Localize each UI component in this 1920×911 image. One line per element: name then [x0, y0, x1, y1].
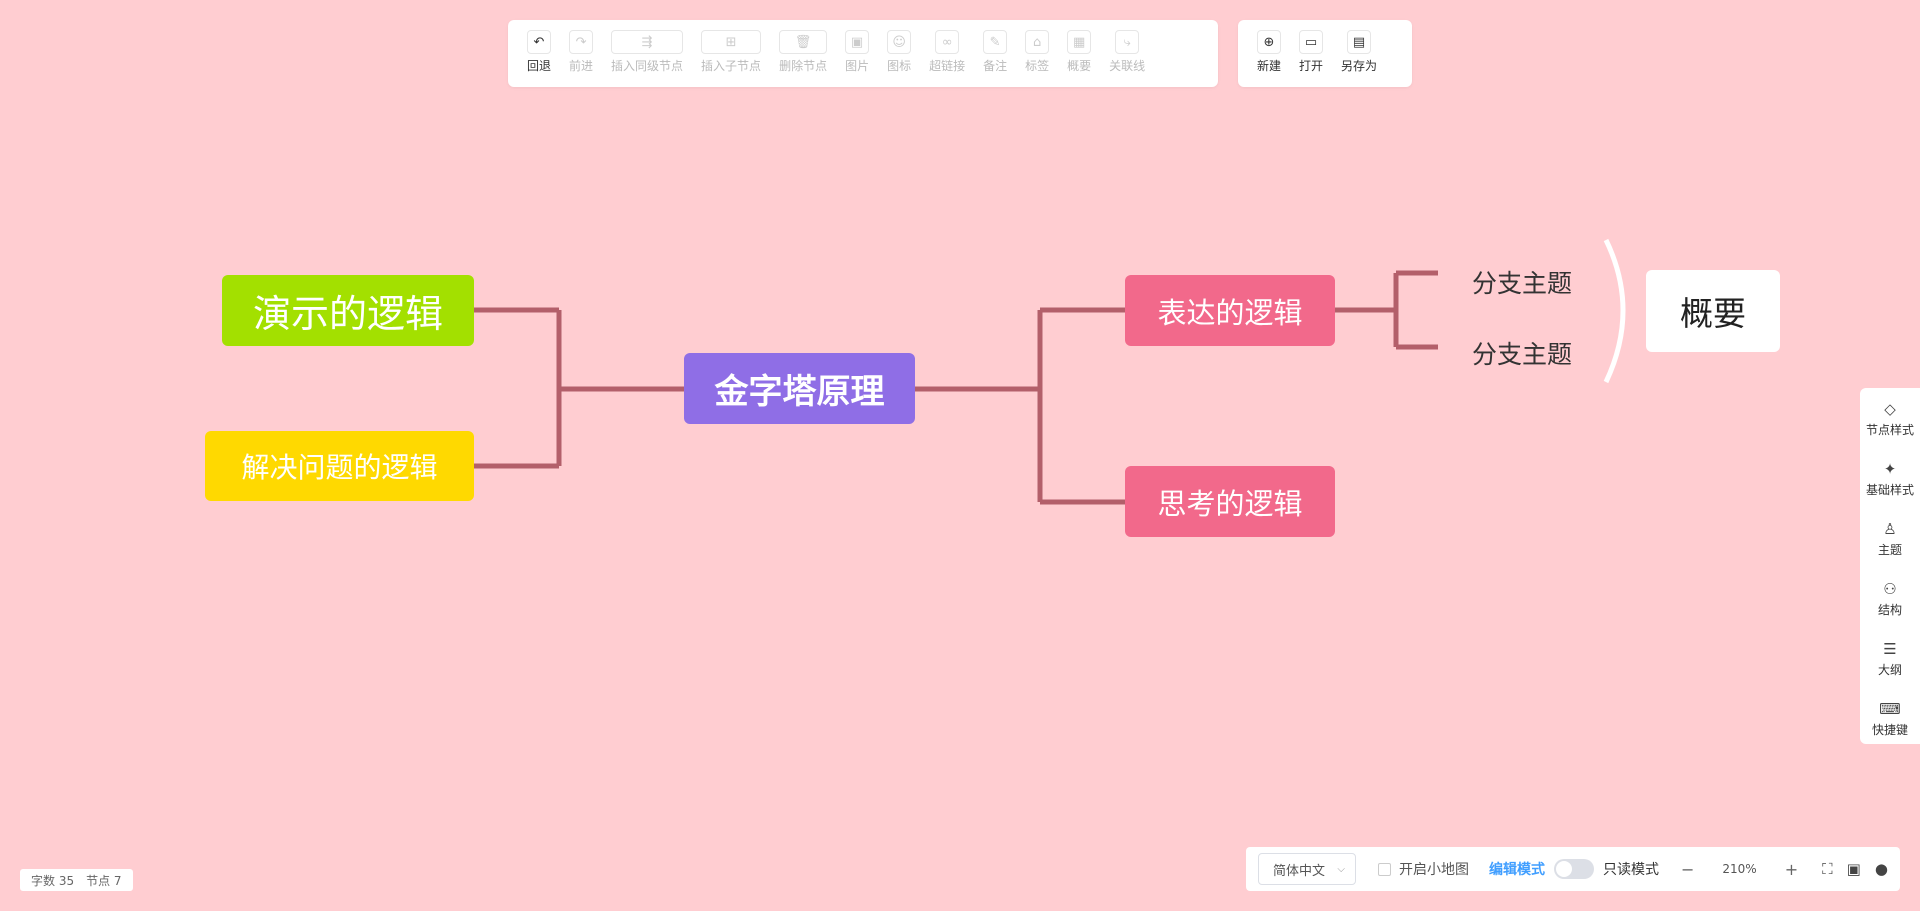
readonly-mode-label[interactable]: 只读模式	[1603, 859, 1659, 879]
left-node-presentation[interactable]: 演示的逻辑	[222, 275, 474, 346]
zoom-level: 210%	[1722, 862, 1757, 876]
word-count: 字数 35	[31, 873, 75, 888]
shortcuts-label: 快捷键	[1871, 722, 1908, 737]
theme-label: 主题	[1877, 542, 1902, 557]
branch-topic-text: 分支主题	[1472, 340, 1573, 369]
base-style-button[interactable]: ✦ 基础样式	[1860, 448, 1920, 508]
shortcuts-button[interactable]: ⌨ 快捷键	[1860, 688, 1920, 748]
chevron-down-icon: ⌵	[1337, 863, 1345, 875]
node-style-button[interactable]: ◇ 节点样式	[1860, 388, 1920, 448]
branch-topic-node[interactable]: 分支主题	[1472, 335, 1572, 371]
summary-node-text: 概要	[1680, 294, 1746, 333]
branch-topic-node[interactable]: 分支主题	[1472, 264, 1572, 300]
left-node-problem-solving-text: 解决问题的逻辑	[241, 451, 438, 484]
outline-icon: ☰	[1883, 639, 1897, 658]
minimap-label: 开启小地图	[1399, 862, 1469, 878]
edit-mode-label[interactable]: 编辑模式	[1489, 859, 1545, 879]
summary-bracket	[1603, 238, 1626, 384]
zoom-out-button[interactable]: −	[1681, 860, 1694, 879]
github-icon[interactable]: ●	[1875, 860, 1888, 878]
keyboard-icon: ⌨	[1879, 699, 1901, 718]
shirt-icon: ♙	[1883, 519, 1897, 538]
word-node-count: 字数 35 节点 7	[20, 869, 133, 891]
zoom-in-button[interactable]: +	[1785, 860, 1798, 879]
right-node-thinking[interactable]: 思考的逻辑	[1125, 466, 1335, 537]
language-select[interactable]: 简体中文 ⌵	[1258, 853, 1356, 885]
bottom-bar: 简体中文 ⌵ 开启小地图 编辑模式 只读模式 − 210% + ⛶ ▣ ●	[1246, 847, 1900, 891]
left-node-problem-solving[interactable]: 解决问题的逻辑	[205, 431, 474, 501]
right-node-thinking-text: 思考的逻辑	[1157, 486, 1303, 521]
side-panel: ◇ 节点样式 ✦ 基础样式 ♙ 主题 ⚇ 结构 ☰ 大纲 ⌨ 快捷键	[1860, 388, 1920, 744]
node-style-icon: ◇	[1884, 399, 1896, 418]
language-value: 简体中文	[1273, 863, 1326, 879]
connector-root-left	[474, 307, 684, 469]
theme-button[interactable]: ♙ 主题	[1860, 508, 1920, 568]
fit-screen-icon[interactable]: ⛶	[1822, 860, 1833, 878]
structure-label: 结构	[1877, 602, 1902, 617]
outline-button[interactable]: ☰ 大纲	[1860, 628, 1920, 688]
mode-toggle[interactable]	[1554, 859, 1594, 879]
outline-label: 大纲	[1877, 662, 1902, 677]
root-node[interactable]: 金字塔原理	[684, 353, 915, 424]
fullscreen-icon[interactable]: ▣	[1847, 860, 1861, 878]
connector-root-right	[915, 307, 1125, 505]
branch-topic-text: 分支主题	[1472, 269, 1573, 298]
summary-node[interactable]: 概要	[1646, 270, 1780, 352]
minimap-checkbox[interactable]	[1378, 862, 1391, 876]
structure-button[interactable]: ⚇ 结构	[1860, 568, 1920, 628]
structure-icon: ⚇	[1883, 579, 1897, 598]
base-style-label: 基础样式	[1865, 482, 1914, 497]
magic-wand-icon: ✦	[1883, 459, 1897, 478]
node-count: 节点 7	[86, 873, 122, 888]
right-node-expression[interactable]: 表达的逻辑	[1125, 275, 1335, 346]
left-node-presentation-text: 演示的逻辑	[252, 292, 443, 336]
root-node-text: 金字塔原理	[714, 372, 885, 412]
connector-expression-branches	[1335, 270, 1438, 350]
node-style-label: 节点样式	[1865, 422, 1914, 437]
right-node-expression-text: 表达的逻辑	[1157, 295, 1303, 330]
